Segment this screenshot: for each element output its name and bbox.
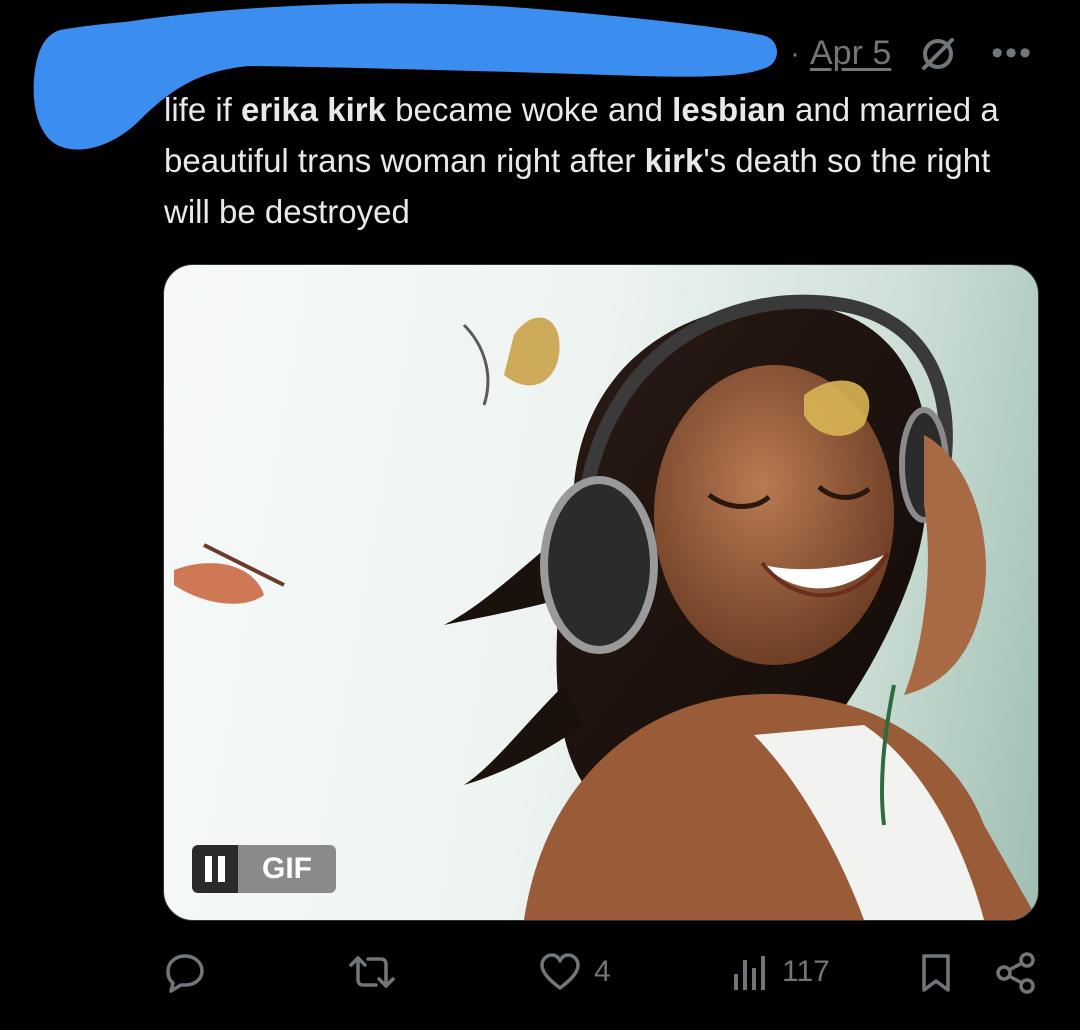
bookmark-icon (922, 954, 950, 992)
share-button[interactable] (995, 952, 1037, 994)
share-icon (996, 952, 1035, 994)
views-icon (734, 956, 765, 990)
retweet-button[interactable] (348, 950, 408, 994)
heart-icon (540, 953, 580, 990)
tweet-text-bold-segment: kirk (644, 142, 704, 179)
pause-icon[interactable] (192, 845, 238, 893)
tweet-text-segment: life if (164, 91, 242, 128)
views-count: 117 (782, 955, 830, 988)
views-button[interactable]: 117 (730, 952, 830, 992)
tweet-text-bold-segment: lesbian (672, 91, 786, 128)
gif-media[interactable]: GIF (163, 264, 1039, 921)
bookmark-button[interactable] (920, 952, 952, 994)
gif-frame-illustration (174, 294, 1038, 920)
gif-label: GIF (238, 845, 336, 893)
more-options-icon[interactable]: ••• (991, 34, 1033, 73)
tweet-meta: · Apr 5 ••• (790, 34, 1033, 73)
meta-separator: · (790, 36, 800, 70)
like-count: 4 (594, 955, 611, 988)
tweet-actions-bar: 4 117 (0, 948, 1080, 1004)
reply-icon (166, 954, 204, 993)
like-button[interactable]: 4 (538, 952, 611, 992)
gif-badge[interactable]: GIF (192, 845, 336, 893)
reply-button[interactable] (163, 950, 219, 994)
tweet-text-bold-segment: erika kirk (241, 91, 386, 128)
retweet-icon (349, 956, 395, 988)
grok-icon[interactable] (919, 35, 957, 73)
tweet-date-link[interactable]: Apr 5 (810, 34, 891, 73)
tweet-text-segment: became woke and (386, 91, 673, 128)
tweet-text: life if erika kirk became woke and lesbi… (164, 84, 1044, 237)
